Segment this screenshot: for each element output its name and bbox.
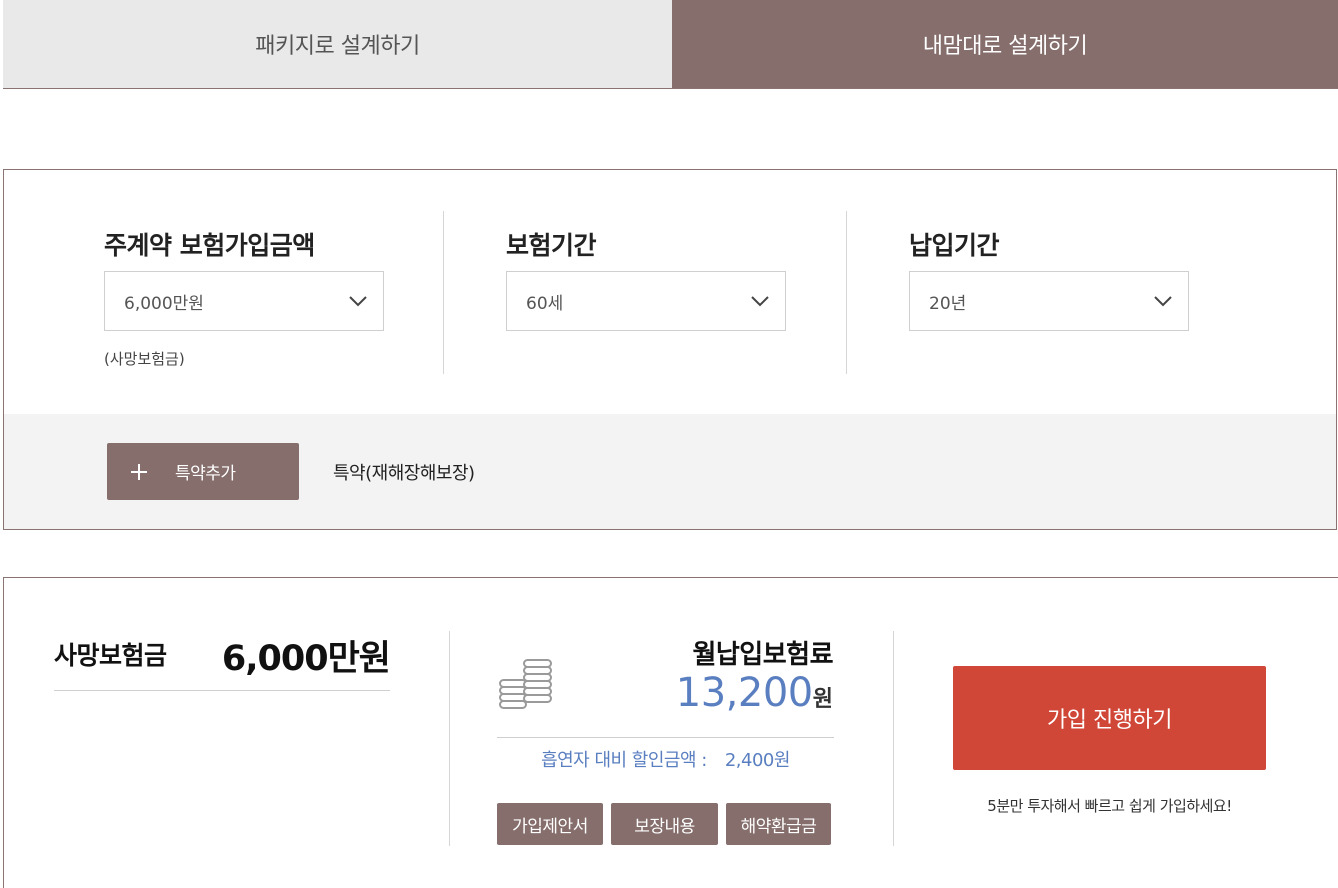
proposal-button[interactable]: 가입제안서 <box>497 803 603 845</box>
divider <box>497 737 834 738</box>
tab-custom-design[interactable]: 내맘대로 설계하기 <box>672 0 1338 88</box>
add-rider-label: 특약추가 <box>175 464 236 484</box>
add-rider-button[interactable]: 특약추가 <box>107 443 299 500</box>
coverage-options-panel: 주계약 보험가입금액 6,000만원 (사망보험금) 보험기간 60세 납입기간… <box>3 169 1337 415</box>
chevron-down-icon <box>349 296 367 307</box>
sum-insured-select[interactable]: 6,000만원 <box>104 271 384 331</box>
select-value: 60세 <box>526 293 564 314</box>
divider <box>443 211 444 374</box>
coins-icon <box>499 659 552 709</box>
divider <box>893 631 894 846</box>
coverage-details-button[interactable]: 보장내용 <box>611 803 718 845</box>
option-title: 납입기간 <box>909 231 1000 260</box>
death-benefit-label: 사망보험금 <box>54 641 167 670</box>
plus-icon <box>131 463 147 480</box>
death-benefit-value: 6,000만원 <box>221 639 391 679</box>
divider <box>54 690 390 691</box>
monthly-premium: 13,200원 <box>676 670 833 716</box>
insurance-period-select[interactable]: 60세 <box>506 271 786 331</box>
added-rider-text: 특약(재해장해보장) <box>333 463 475 484</box>
monthly-premium-unit: 원 <box>812 687 833 712</box>
smoker-discount: 흡연자 대비 할인금액 : 2,400원 <box>497 746 834 772</box>
divider <box>846 211 847 374</box>
chevron-down-icon <box>1154 296 1172 307</box>
monthly-premium-label: 월납입보험료 <box>692 640 833 670</box>
premium-summary-panel: 사망보험금 6,000만원 월납입보험료 13,200원 흡연자 대비 할인금액… <box>3 577 1338 888</box>
document-buttons: 가입제안서 보장내용 해약환급금 <box>497 803 831 845</box>
proceed-join-button[interactable]: 가입 진행하기 <box>953 666 1266 770</box>
option-hint: (사망보험금) <box>104 350 185 368</box>
discount-label: 흡연자 대비 할인금액 : <box>541 750 707 771</box>
payment-period-select[interactable]: 20년 <box>909 271 1189 331</box>
join-note: 5분만 투자해서 빠르고 쉽게 가입하세요! <box>987 797 1232 815</box>
monthly-premium-value: 13,200 <box>675 670 813 716</box>
select-value: 6,000만원 <box>124 293 204 314</box>
option-title: 주계약 보험가입금액 <box>104 231 315 260</box>
design-tabs: 패키지로 설계하기 내맘대로 설계하기 <box>3 0 1338 89</box>
chevron-down-icon <box>751 296 769 307</box>
discount-value: 2,400원 <box>724 750 791 771</box>
divider <box>449 631 450 846</box>
rider-panel: 특약추가 특약(재해장해보장) <box>3 414 1337 530</box>
tab-package-design[interactable]: 패키지로 설계하기 <box>3 0 672 88</box>
surrender-value-button[interactable]: 해약환급금 <box>726 803 831 845</box>
option-title: 보험기간 <box>506 231 597 260</box>
select-value: 20년 <box>929 293 967 314</box>
